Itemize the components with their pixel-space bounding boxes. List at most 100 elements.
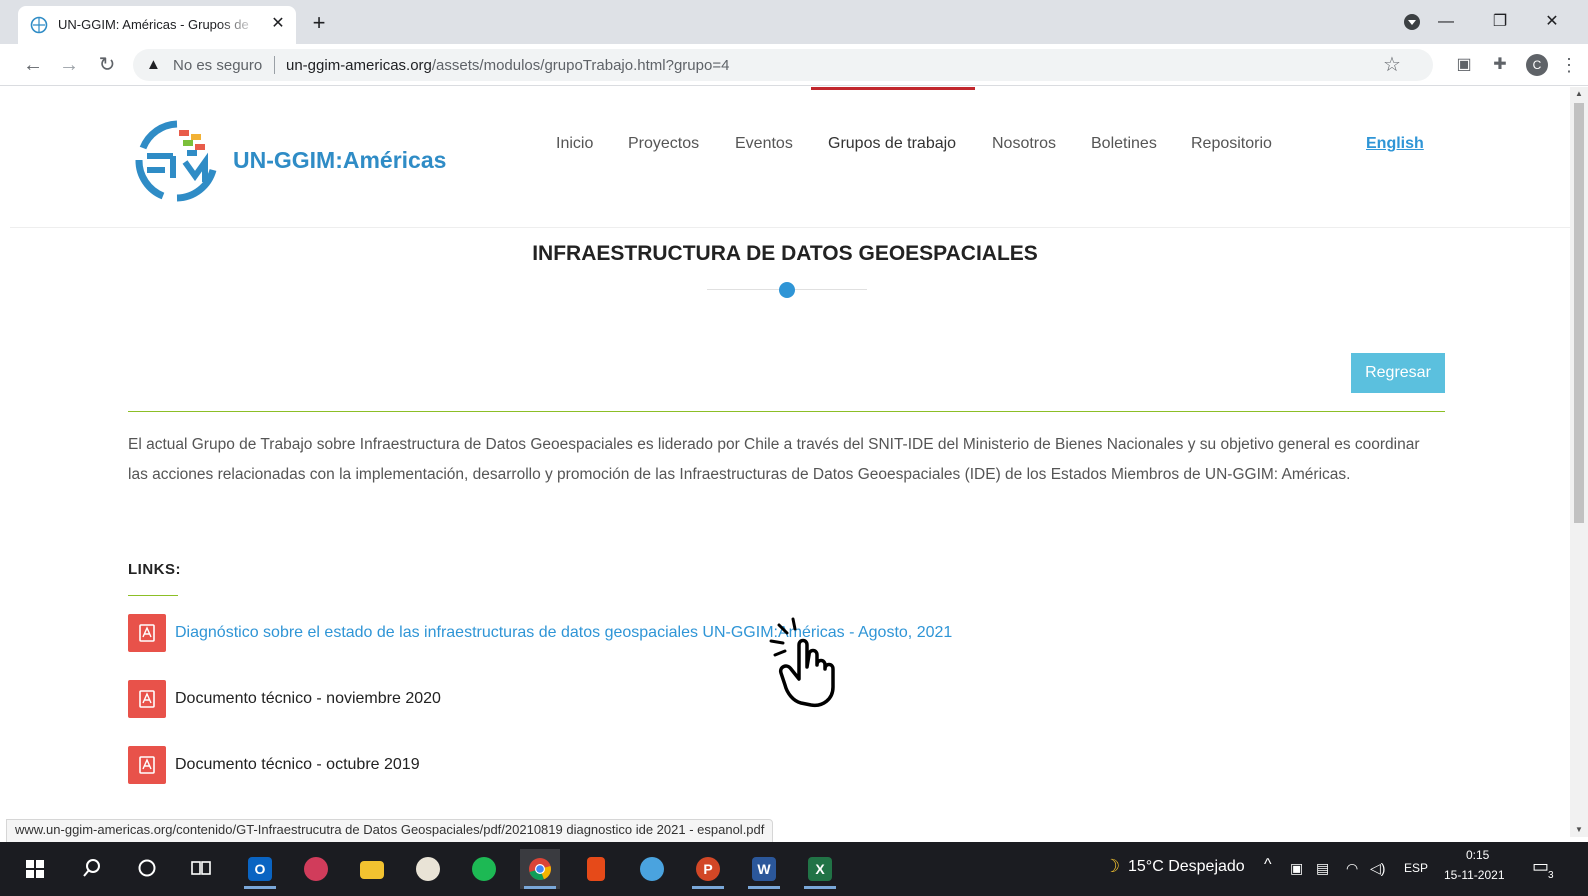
pointer-hand-cursor-icon <box>769 617 835 708</box>
tab-close-icon[interactable]: ✕ <box>268 14 288 34</box>
pdf-link-row[interactable]: Diagnóstico sobre el estado de las infra… <box>128 614 1128 652</box>
running-indicator <box>524 886 556 889</box>
paint-glyph <box>416 857 440 881</box>
site-logo-text[interactable]: UN-GGIM:Américas <box>233 147 446 174</box>
pdf-link-row[interactable]: Documento técnico - noviembre 2020 <box>128 680 1128 718</box>
tray-chevron-up-icon[interactable]: ^ <box>1264 856 1272 874</box>
puzzle-extensions-icon[interactable]: ✚ <box>1490 55 1510 75</box>
new-tab-button[interactable]: + <box>306 10 332 36</box>
moon-weather-icon[interactable]: ☽ <box>1104 856 1120 877</box>
reload-icon[interactable]: ↻ <box>94 52 120 78</box>
language-english-link[interactable]: English <box>1366 135 1424 153</box>
nav-repositorio[interactable]: Repositorio <box>1191 135 1272 153</box>
outlook-app-icon[interactable]: O <box>240 849 280 889</box>
address-bar[interactable]: ▲ No es seguro un-ggim-americas.org/asse… <box>133 49 1433 81</box>
notification-center-icon[interactable]: ▭ <box>1532 856 1549 877</box>
word-glyph: W <box>752 857 776 881</box>
nav-grupos-de-trabajo[interactable]: Grupos de trabajo <box>828 135 956 153</box>
site-favicon-icon <box>30 16 48 34</box>
link-status-bar: www.un-ggim-americas.org/contenido/GT-In… <box>6 819 774 843</box>
powerpoint-app-icon[interactable]: P <box>688 849 728 889</box>
word-app-icon[interactable]: W <box>744 849 784 889</box>
folder-glyph <box>360 861 384 879</box>
minimize-window-icon[interactable]: — <box>1426 8 1466 36</box>
spotify-glyph <box>472 857 496 881</box>
page-viewport: UN-GGIM:Américas Inicio Proyectos Evento… <box>0 87 1570 837</box>
content-divider <box>128 411 1445 412</box>
close-window-icon[interactable]: ✕ <box>1532 8 1572 36</box>
file-explorer-app-icon[interactable] <box>352 849 392 889</box>
pdf-file-icon[interactable] <box>128 680 166 718</box>
snipping-tool-app-icon[interactable] <box>296 849 336 889</box>
back-button[interactable]: Regresar <box>1351 353 1445 393</box>
excel-app-icon[interactable]: X <box>800 849 840 889</box>
bookmark-star-icon[interactable]: ☆ <box>1383 52 1401 77</box>
profile-avatar[interactable]: C <box>1526 54 1548 76</box>
pdf-file-icon[interactable] <box>128 746 166 784</box>
header-divider <box>10 227 1570 228</box>
restore-window-icon[interactable]: ❐ <box>1480 8 1520 36</box>
search-icon[interactable] <box>82 858 102 878</box>
nav-inicio[interactable]: Inicio <box>556 135 593 153</box>
scroll-down-arrow-icon[interactable]: ▼ <box>1574 825 1584 835</box>
omnibox-separator <box>274 56 275 74</box>
weather-text[interactable]: 15°C Despejado <box>1128 858 1245 876</box>
notification-count: 3 <box>1548 870 1554 881</box>
clock-date[interactable]: 15-11-2021 <box>1444 868 1505 882</box>
network-tray-icon[interactable]: ▤ <box>1316 860 1329 877</box>
title-dot-ornament <box>779 282 795 298</box>
office-glyph <box>587 857 605 881</box>
running-indicator <box>692 886 724 889</box>
chrome-app-icon[interactable] <box>520 849 560 889</box>
group-description: El actual Grupo de Trabajo sobre Infraes… <box>128 436 1420 483</box>
windows-taskbar: O P W X ☽ 15°C Despejado ^ ▣ ▤ ◠ ◁) ESP … <box>0 842 1588 896</box>
un-ggim-logo-icon[interactable] <box>133 118 221 202</box>
url-text[interactable]: un-ggim-americas.org/assets/modulos/grup… <box>286 57 729 74</box>
url-path: /assets/modulos/grupoTrabajo.html?grupo=… <box>431 57 730 74</box>
browser-menu-icon[interactable]: ⋮ <box>1560 52 1578 78</box>
forward-arrow-icon[interactable]: → <box>56 52 82 78</box>
page-scrollbar[interactable]: ▲ ▼ <box>1570 87 1588 837</box>
task-view-icon[interactable] <box>190 858 212 878</box>
windows-start-icon[interactable] <box>26 860 44 878</box>
paint-app-icon[interactable] <box>408 849 448 889</box>
pdf-file-icon[interactable] <box>128 614 166 652</box>
spotify-app-icon[interactable] <box>464 849 504 889</box>
browser-tabstrip: UN-GGIM: Américas - Grupos de ✕ + — ❐ ✕ <box>0 0 1588 44</box>
cortana-circle-icon[interactable] <box>137 858 157 878</box>
links-heading: LINKS: <box>128 561 181 578</box>
browser-tab[interactable]: UN-GGIM: Américas - Grupos de ✕ <box>18 6 296 44</box>
tab-search-icon[interactable] <box>1404 14 1420 30</box>
wifi-icon[interactable]: ◠ <box>1346 860 1358 877</box>
powerpoint-glyph: P <box>696 857 720 881</box>
nav-boletines[interactable]: Boletines <box>1091 135 1157 153</box>
meet-now-icon[interactable]: ▣ <box>1290 860 1303 877</box>
clock-time[interactable]: 0:15 <box>1466 848 1489 862</box>
back-arrow-icon[interactable]: ← <box>20 52 46 78</box>
chrome-icon <box>529 858 551 881</box>
scrollbar-thumb[interactable] <box>1574 103 1584 523</box>
input-language[interactable]: ESP <box>1404 861 1428 875</box>
magnifier-glyph <box>640 857 664 881</box>
outlook-glyph: O <box>248 857 272 881</box>
pdf-link-noviembre-2020[interactable]: Documento técnico - noviembre 2020 <box>175 690 441 708</box>
nav-eventos[interactable]: Eventos <box>735 135 793 153</box>
running-indicator <box>244 886 276 889</box>
nav-proyectos[interactable]: Proyectos <box>628 135 699 153</box>
snipping-glyph <box>304 857 328 881</box>
volume-icon[interactable]: ◁) <box>1370 860 1385 877</box>
pdf-link-row[interactable]: Documento técnico - octubre 2019 <box>128 746 1128 784</box>
tab-title-fade <box>218 14 258 36</box>
running-indicator <box>804 886 836 889</box>
excel-glyph: X <box>808 857 832 881</box>
warning-triangle-icon[interactable]: ▲ <box>146 56 164 74</box>
browser-toolbar: ← → ↻ ▲ No es seguro un-ggim-americas.or… <box>0 44 1588 86</box>
magnifier-app-icon[interactable] <box>632 849 672 889</box>
office-app-icon[interactable] <box>576 849 616 889</box>
scroll-up-arrow-icon[interactable]: ▲ <box>1574 89 1584 99</box>
running-indicator <box>748 886 780 889</box>
nav-nosotros[interactable]: Nosotros <box>992 135 1056 153</box>
extension-icon[interactable]: ▣ <box>1454 55 1474 75</box>
security-label[interactable]: No es seguro <box>173 57 262 74</box>
pdf-link-octubre-2019[interactable]: Documento técnico - octubre 2019 <box>175 756 420 774</box>
